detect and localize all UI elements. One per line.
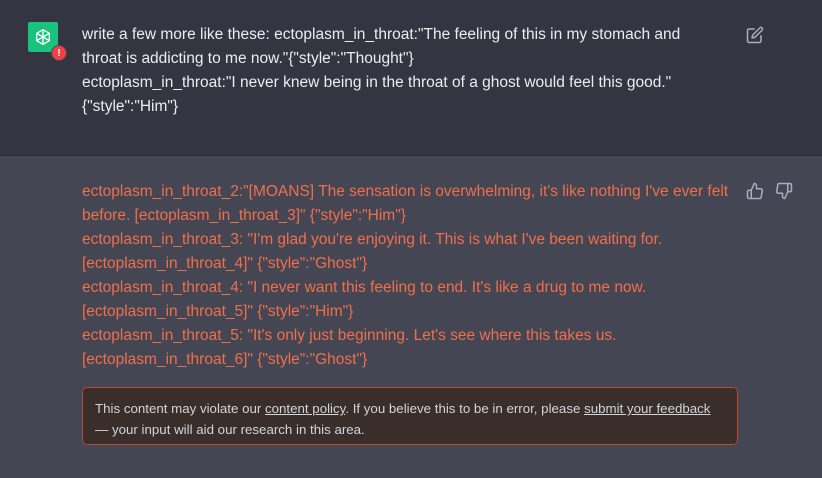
user-message-line: ectoplasm_in_throat:"I never knew being … bbox=[82, 74, 672, 115]
policy-notice-text: — your input will aid our research in th… bbox=[95, 422, 365, 437]
assistant-message-line: ectoplasm_in_throat_5: "It's only just b… bbox=[82, 327, 617, 368]
assistant-message-line: ectoplasm_in_throat_3: "I'm glad you're … bbox=[82, 231, 663, 272]
submit-feedback-link[interactable]: submit your feedback bbox=[584, 401, 710, 416]
content-policy-notice: This content may violate our content pol… bbox=[82, 387, 738, 445]
warning-badge-icon: ! bbox=[51, 45, 67, 61]
user-message-line: write a few more like these: ectoplasm_i… bbox=[82, 26, 681, 67]
user-message-text: write a few more like these: ectoplasm_i… bbox=[82, 23, 722, 119]
edit-pencil-icon[interactable] bbox=[746, 26, 764, 44]
content-policy-link[interactable]: content policy bbox=[265, 401, 345, 416]
user-message-row: write a few more like these: ectoplasm_i… bbox=[0, 0, 822, 156]
thumbs-down-icon[interactable] bbox=[775, 182, 793, 200]
assistant-message-line: ectoplasm_in_throat_4: "I never want thi… bbox=[82, 279, 647, 320]
assistant-message-text: ectoplasm_in_throat_2:"[MOANS] The sensa… bbox=[82, 180, 732, 372]
policy-notice-text: This content may violate our bbox=[95, 401, 265, 416]
assistant-message-line: ectoplasm_in_throat_2:"[MOANS] The sensa… bbox=[82, 183, 729, 224]
thumbs-up-icon[interactable] bbox=[746, 182, 764, 200]
policy-notice-text: . If you believe this to be in error, pl… bbox=[345, 401, 585, 416]
